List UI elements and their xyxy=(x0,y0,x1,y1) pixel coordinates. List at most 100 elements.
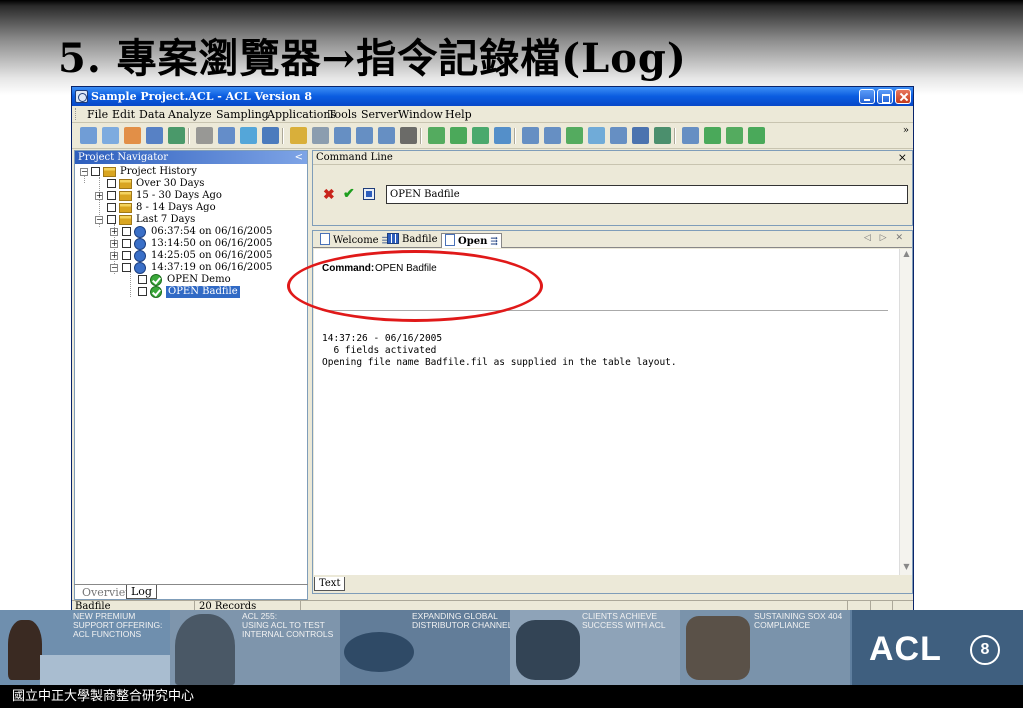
banner-panel-support[interactable]: NEW PREMIUM SUPPORT OFFERING: ACL FUNCTI… xyxy=(0,610,170,685)
script-icon[interactable] xyxy=(682,127,699,144)
menu-applications[interactable]: Applications xyxy=(267,108,336,121)
view-icon[interactable] xyxy=(240,127,257,144)
banner-panel-distributor[interactable]: EXPANDING GLOBAL DISTRIBUTOR CHANNELS xyxy=(340,610,510,685)
edit-table-icon[interactable] xyxy=(312,127,329,144)
numbers-icon[interactable] xyxy=(588,127,605,144)
close-button[interactable] xyxy=(895,89,911,104)
tree-checkbox[interactable] xyxy=(122,239,131,248)
tree-item-session-3[interactable]: + 14:25:05 on 06/16/2005 xyxy=(75,250,305,262)
menu-data[interactable]: Data xyxy=(139,108,165,121)
run-icon[interactable] xyxy=(704,127,721,144)
project-navigator: Project Navigator < − Project History Ov… xyxy=(74,150,308,600)
filter-icon[interactable] xyxy=(428,127,445,144)
tree-checkbox[interactable] xyxy=(138,275,147,284)
chart-icon[interactable] xyxy=(450,127,467,144)
join-icon[interactable] xyxy=(566,127,583,144)
menu-analyze[interactable]: Analyze xyxy=(168,108,212,121)
add-column-icon[interactable] xyxy=(726,127,743,144)
tree-item-session-2[interactable]: + 13:14:50 on 06/16/2005 xyxy=(75,238,305,250)
copy-table-icon[interactable] xyxy=(124,127,141,144)
expand-toggle-icon[interactable]: + xyxy=(110,228,118,236)
tree-item-open-demo[interactable]: OPEN Demo xyxy=(75,274,305,286)
menu-tools[interactable]: Tools xyxy=(328,108,357,121)
collapse-icon[interactable]: < xyxy=(295,151,303,164)
command-input[interactable]: OPEN Badfile xyxy=(386,185,908,204)
tree-item-last-7-days[interactable]: − Last 7 Days xyxy=(75,214,305,226)
accept-check-icon[interactable]: ✔ xyxy=(343,186,355,202)
print-icon[interactable] xyxy=(400,127,417,144)
tree-item-project-history[interactable]: − Project History xyxy=(75,166,305,178)
tree-item-session-4[interactable]: − 14:37:19 on 06/16/2005 xyxy=(75,262,305,274)
histogram-icon[interactable] xyxy=(654,127,671,144)
grid-icon[interactable] xyxy=(748,127,765,144)
tree-label: 15 - 30 Days Ago xyxy=(136,190,222,201)
tree-item-open-badfile[interactable]: OPEN Badfile xyxy=(75,286,305,298)
command-builder-icon[interactable] xyxy=(363,188,375,200)
tab-text[interactable]: Text xyxy=(314,577,346,591)
banner-panel-clients[interactable]: CLIENTS ACHIEVE SUCCESS WITH ACL xyxy=(510,610,680,685)
banner-panel-acl255[interactable]: ACL 255: USING ACL TO TEST INTERNAL CONT… xyxy=(170,610,340,685)
tree-checkbox[interactable] xyxy=(122,251,131,260)
menu-server[interactable]: Server xyxy=(361,108,398,121)
restore-button[interactable] xyxy=(877,89,893,104)
expand-toggle-icon[interactable]: + xyxy=(110,252,118,260)
back-icon[interactable] xyxy=(262,127,279,144)
modify-view-icon[interactable] xyxy=(378,127,395,144)
collapse-toggle-icon[interactable]: − xyxy=(110,264,118,272)
tree-item-session-1[interactable]: + 06:37:54 on 06/16/2005 xyxy=(75,226,305,238)
tree-checkbox[interactable] xyxy=(138,287,147,296)
menu-help[interactable]: Help xyxy=(445,108,472,121)
tab-badfile[interactable]: Badfile xyxy=(387,233,438,248)
text-icon[interactable] xyxy=(610,127,627,144)
menu-window[interactable]: Window xyxy=(398,108,443,121)
log-line: Opening file name Badfile.fil as supplie… xyxy=(322,357,677,368)
open-table-icon[interactable] xyxy=(102,127,119,144)
footer: 國立中正大學製商整合研究中心 xyxy=(0,685,1023,708)
print-preview-icon[interactable] xyxy=(196,127,213,144)
title-bar[interactable]: Sample Project.ACL - ACL Version 8 xyxy=(72,87,913,106)
tree-checkbox[interactable] xyxy=(91,167,100,176)
menu-sampling[interactable]: Sampling xyxy=(216,108,269,121)
tree-item-over-30-days[interactable]: Over 30 Days xyxy=(75,178,305,190)
refresh-icon[interactable] xyxy=(218,127,235,144)
save-icon[interactable] xyxy=(146,127,163,144)
edit-view-icon[interactable] xyxy=(356,127,373,144)
tree-item-15-30-days[interactable]: + 15 - 30 Days Ago xyxy=(75,190,305,202)
tree-checkbox[interactable] xyxy=(107,215,116,224)
expand-toggle-icon[interactable]: + xyxy=(110,240,118,248)
tree-checkbox[interactable] xyxy=(122,263,131,272)
acl-logo[interactable]: ACL 8 xyxy=(852,610,1023,685)
tab-welcome[interactable]: Welcome ⇶ xyxy=(320,233,389,248)
tree-checkbox[interactable] xyxy=(122,227,131,236)
expand-toggle-icon[interactable]: + xyxy=(95,192,103,200)
scroll-down-icon[interactable]: ▼ xyxy=(900,562,913,575)
tree-icon[interactable] xyxy=(522,127,539,144)
close-icon[interactable]: × xyxy=(898,151,907,165)
menu-file[interactable]: File xyxy=(87,108,108,121)
percent-icon[interactable] xyxy=(494,127,511,144)
import-icon[interactable] xyxy=(168,127,185,144)
table-layout-icon[interactable] xyxy=(334,127,351,144)
tree-checkbox[interactable] xyxy=(107,203,116,212)
digits-icon[interactable] xyxy=(632,127,649,144)
scroll-up-icon[interactable]: ▲ xyxy=(900,249,913,262)
collapse-toggle-icon[interactable]: − xyxy=(95,216,103,224)
tree-checkbox[interactable] xyxy=(107,191,116,200)
columns-icon[interactable] xyxy=(544,127,561,144)
banner-panel-sox[interactable]: SUSTAINING SOX 404 COMPLIANCE xyxy=(680,610,850,685)
toolbar-overflow-icon[interactable]: » xyxy=(903,125,909,136)
open-project-icon[interactable] xyxy=(80,127,97,144)
tree-item-8-14-days[interactable]: 8 - 14 Days Ago xyxy=(75,202,305,214)
tab-log[interactable]: Log xyxy=(126,585,157,599)
vertical-scrollbar[interactable]: ▲ ▼ xyxy=(899,249,912,575)
tab-navigation-icons[interactable]: ◁ ▷ ✕ xyxy=(864,233,906,243)
paste-icon[interactable] xyxy=(290,127,307,144)
tree-checkbox[interactable] xyxy=(107,179,116,188)
minimize-button[interactable] xyxy=(859,89,875,104)
collapse-toggle-icon[interactable]: − xyxy=(80,168,88,176)
pin-icon[interactable]: ⇶ xyxy=(490,235,498,249)
menu-edit[interactable]: Edit xyxy=(112,108,135,121)
tab-open[interactable]: Open ⇶ xyxy=(441,233,502,248)
cancel-icon[interactable]: ✖ xyxy=(323,187,335,203)
statistics-icon[interactable] xyxy=(472,127,489,144)
